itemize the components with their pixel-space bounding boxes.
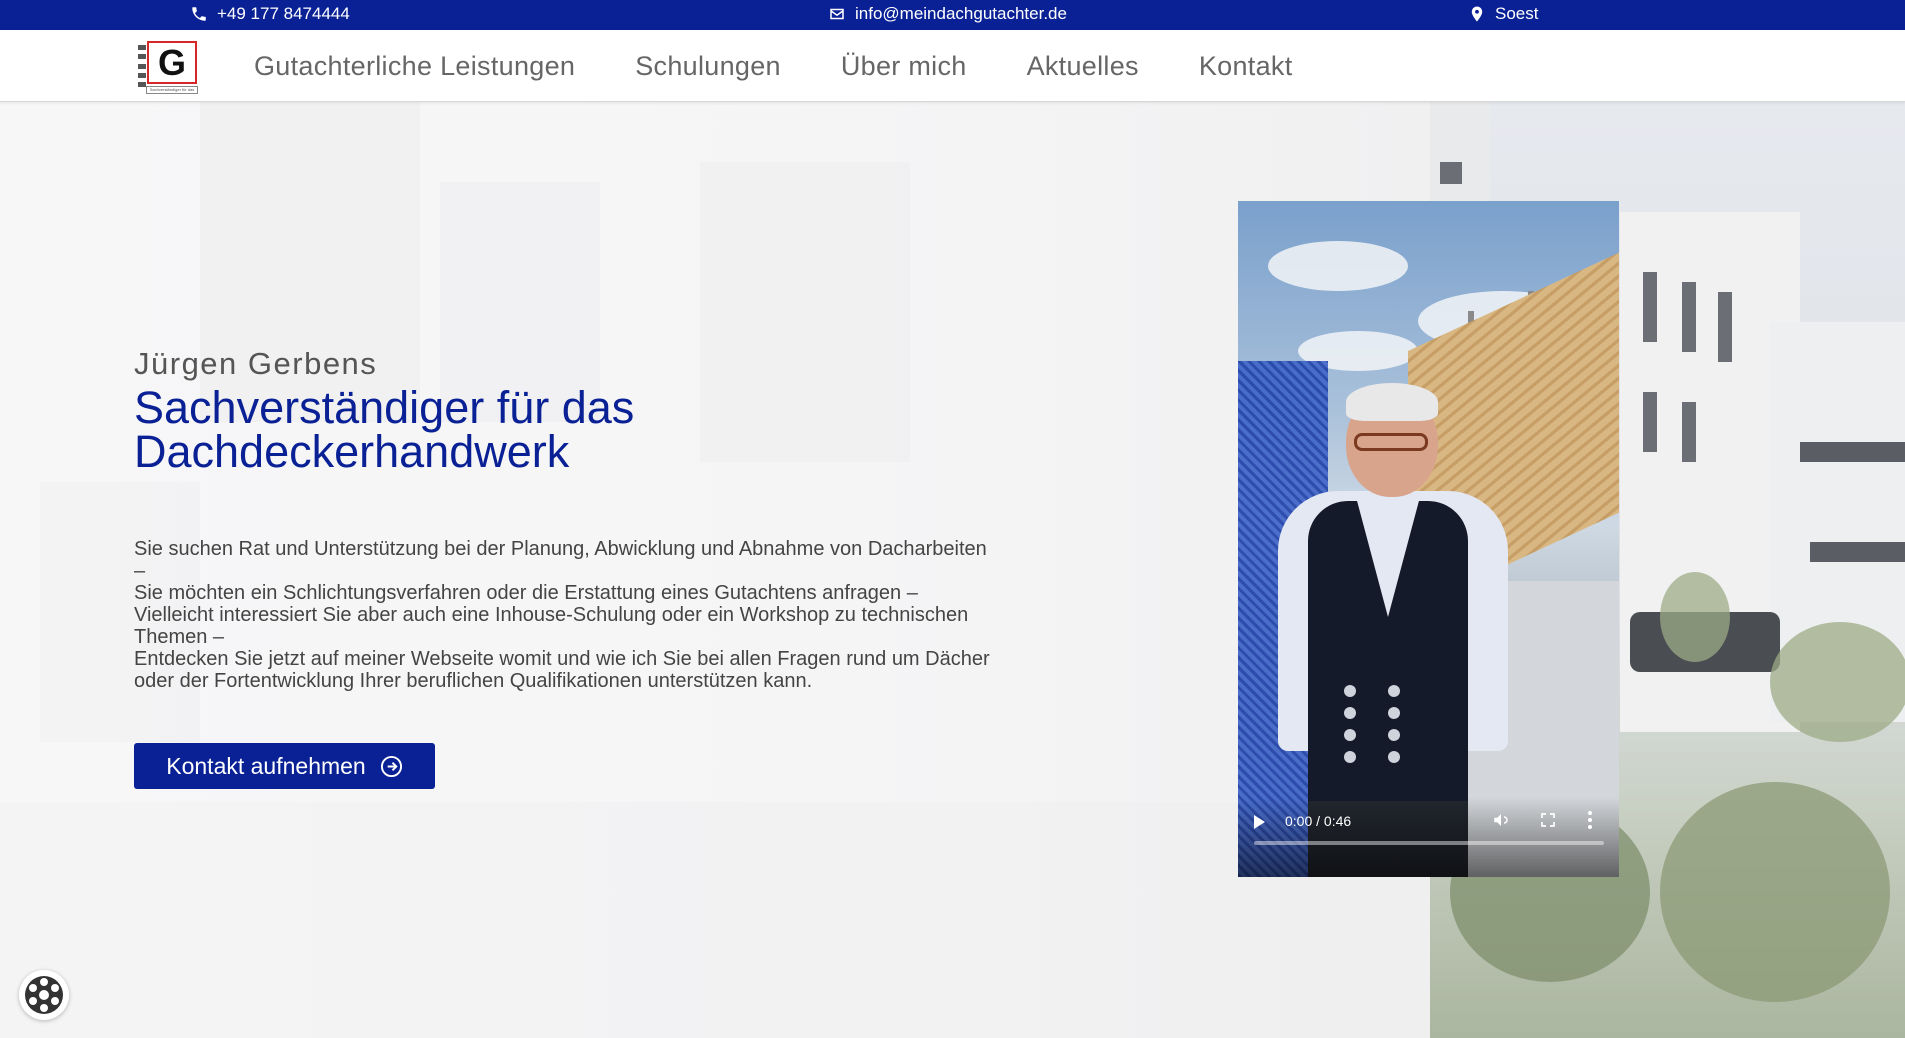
video-progress-bar[interactable]: [1254, 841, 1604, 845]
play-icon[interactable]: [1254, 815, 1265, 829]
more-options-icon[interactable]: [1588, 811, 1592, 829]
cookie-settings-button[interactable]: [19, 970, 69, 1020]
cookie-settings-icon: [25, 976, 63, 1014]
nav-gutachterliche-leistungen[interactable]: Gutachterliche Leistungen: [254, 51, 575, 82]
hero-subtitle: Jürgen Gerbens: [134, 346, 378, 381]
topbar-phone[interactable]: +49 177 8474444: [190, 4, 350, 24]
topbar-email[interactable]: info@meindachgutachter.de: [828, 4, 1067, 24]
video-controls: [1238, 797, 1619, 877]
main-navigation: Gutachterliche Leistungen Schulungen Übe…: [254, 30, 1293, 102]
email-address: info@meindachgutachter.de: [855, 4, 1067, 23]
envelope-icon: [830, 8, 844, 20]
site-logo[interactable]: G Sachverständiger für das Dachdeckerhan…: [138, 39, 200, 95]
cta-label: Kontakt aufnehmen: [166, 752, 366, 779]
logo-tagline: Sachverständiger für das Dachdeckerhandw…: [146, 86, 198, 94]
volume-icon[interactable]: [1492, 811, 1510, 829]
top-contact-bar: +49 177 8474444 info@meindachgutachter.d…: [0, 0, 1905, 30]
fullscreen-icon[interactable]: [1540, 812, 1556, 828]
logo-bars: [138, 45, 146, 87]
nav-kontakt[interactable]: Kontakt: [1199, 51, 1293, 82]
hero-section: Jürgen Gerbens Sachverständiger für das …: [0, 102, 1905, 1038]
topbar-location: Soest: [1468, 4, 1538, 24]
intro-video-player[interactable]: 0:00 / 0:46: [1238, 201, 1619, 877]
location-text: Soest: [1495, 4, 1539, 23]
contact-cta-button[interactable]: Kontakt aufnehmen: [134, 743, 435, 789]
phone-number: +49 177 8474444: [217, 4, 350, 23]
main-header: G Sachverständiger für das Dachdeckerhan…: [0, 30, 1905, 102]
logo-letter: G: [147, 41, 197, 84]
hero-description: Sie suchen Rat und Unterstützung bei der…: [134, 538, 990, 692]
nav-aktuelles[interactable]: Aktuelles: [1027, 51, 1139, 82]
nav-ueber-mich[interactable]: Über mich: [841, 51, 967, 82]
hero-title: Sachverständiger für das Dachdeckerhandw…: [134, 382, 635, 477]
arrow-circle-right-icon: [380, 755, 402, 777]
map-pin-icon: [1471, 6, 1483, 22]
phone-icon: [192, 7, 206, 21]
nav-schulungen[interactable]: Schulungen: [635, 51, 781, 82]
video-time: 0:00 / 0:46: [1285, 813, 1352, 829]
